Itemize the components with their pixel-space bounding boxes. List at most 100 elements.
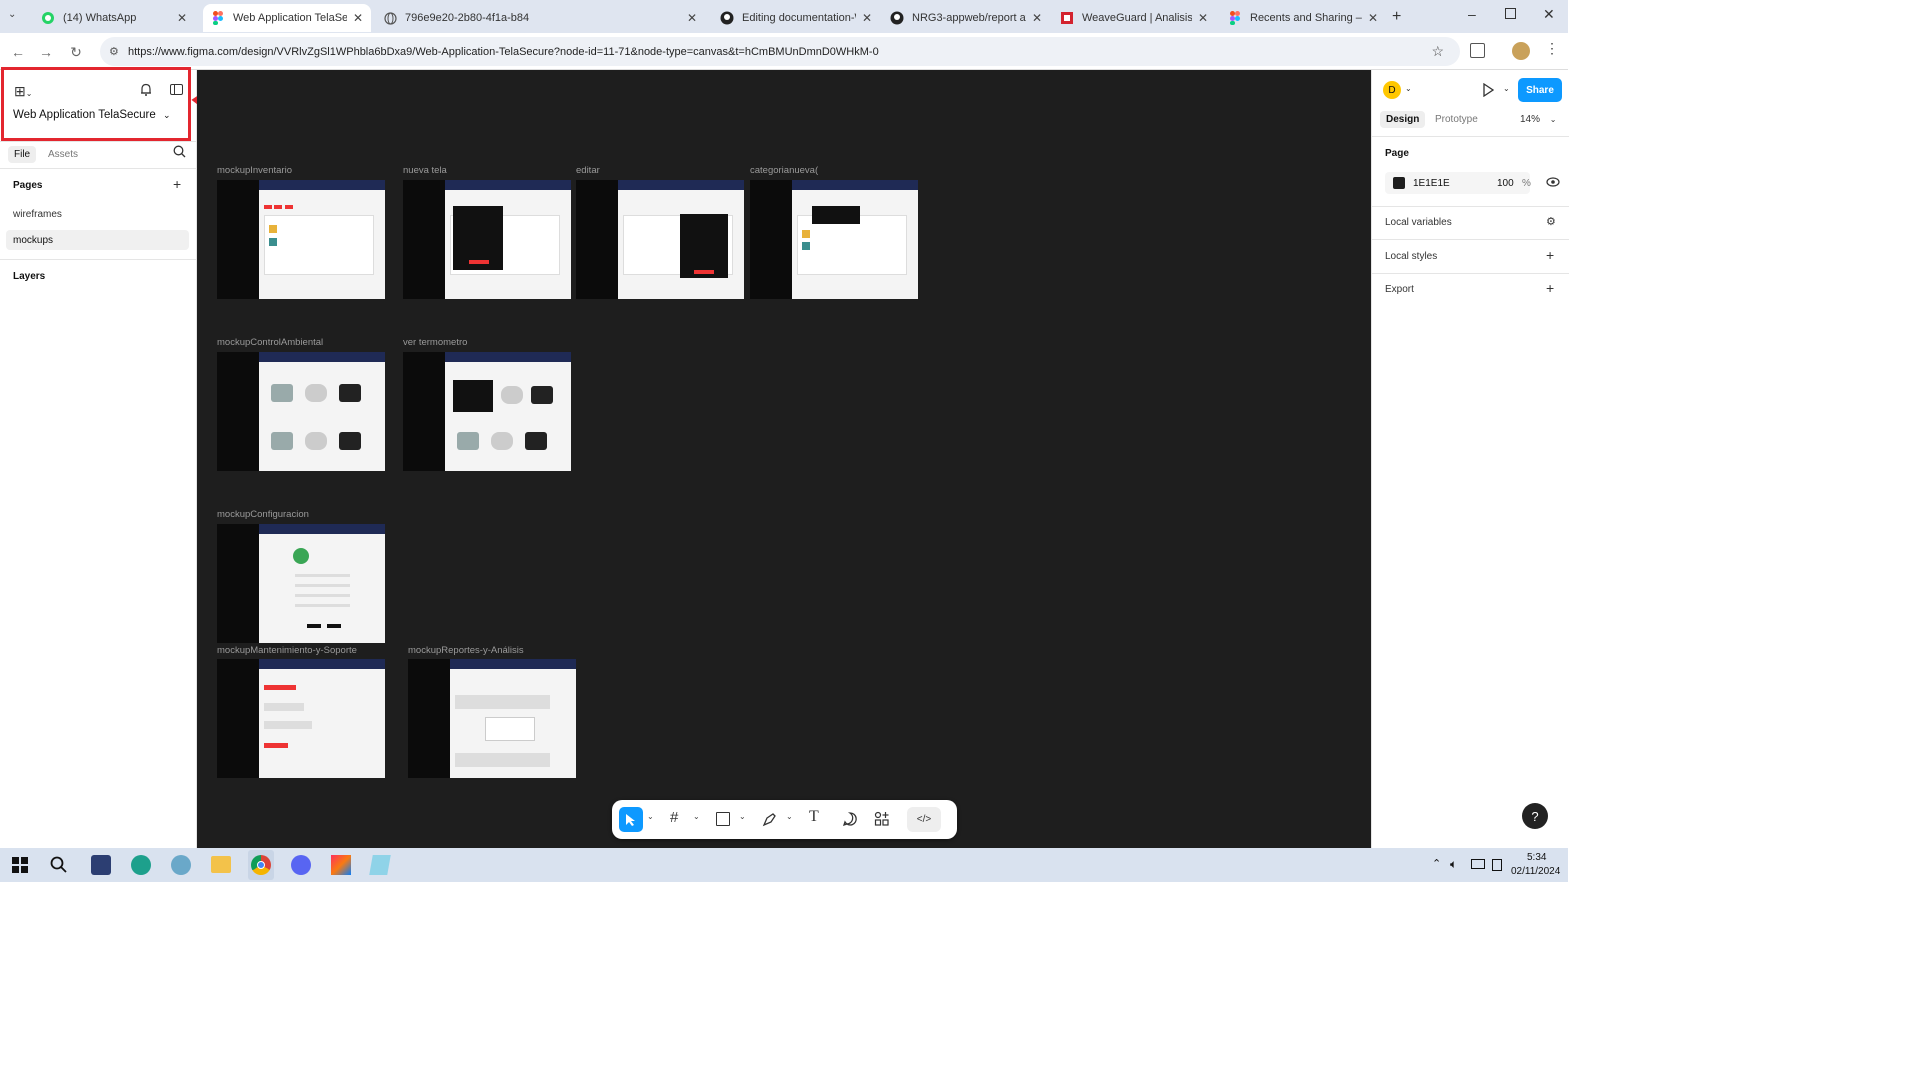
browser-tab-uuid[interactable]: 796e9e20-2b80-4f1a-b84 ✕ bbox=[375, 4, 705, 32]
local-styles-label[interactable]: Local styles bbox=[1385, 251, 1437, 262]
profile-avatar[interactable] bbox=[1512, 42, 1530, 60]
browser-menu-icon[interactable]: ⋮ bbox=[1545, 40, 1559, 57]
back-arrow-icon[interactable]: ← bbox=[8, 42, 28, 62]
restore-window-button[interactable] bbox=[1505, 8, 1516, 19]
eye-visibility-icon[interactable] bbox=[1546, 177, 1560, 187]
clock-date[interactable]: 02/11/2024 bbox=[1511, 866, 1560, 877]
close-tab-icon[interactable]: ✕ bbox=[1368, 11, 1378, 25]
chevron-down-icon[interactable]: ⌄ bbox=[1503, 84, 1510, 93]
tab-assets[interactable]: Assets bbox=[48, 149, 78, 160]
variables-settings-icon[interactable]: ⚙ bbox=[1546, 215, 1556, 228]
bookmark-star-icon[interactable]: ☆ bbox=[1431, 43, 1444, 60]
export-label[interactable]: Export bbox=[1385, 284, 1414, 295]
close-tab-icon[interactable]: ✕ bbox=[687, 11, 697, 25]
network-icon[interactable] bbox=[1471, 859, 1485, 869]
add-page-icon[interactable]: + bbox=[173, 176, 181, 192]
taskbar-app-icon[interactable] bbox=[369, 855, 391, 875]
chevron-down-icon[interactable]: ⌄ bbox=[739, 812, 746, 821]
frame-label[interactable]: ver termometro bbox=[403, 337, 467, 348]
chevron-down-icon[interactable]: ⌄ bbox=[693, 812, 700, 821]
page-color-field[interactable]: 1E1E1E 100 % bbox=[1385, 172, 1531, 194]
share-button[interactable]: Share bbox=[1518, 78, 1562, 102]
local-variables-label[interactable]: Local variables bbox=[1385, 217, 1452, 228]
frame-label[interactable]: nueva tela bbox=[403, 165, 447, 176]
zoom-level-dropdown[interactable]: 14% ⌄ bbox=[1520, 114, 1557, 125]
frame-nueva-tela[interactable] bbox=[403, 180, 571, 299]
dev-mode-toggle[interactable]: </> bbox=[907, 807, 941, 832]
frame-mockup-configuracion[interactable] bbox=[217, 524, 385, 643]
clock-time[interactable]: 5:34 bbox=[1527, 852, 1546, 863]
browser-tab-figma-recents[interactable]: Recents and Sharing – Fig ✕ bbox=[1220, 4, 1386, 32]
frame-editar[interactable] bbox=[576, 180, 744, 299]
new-tab-button[interactable]: + bbox=[1392, 8, 1401, 26]
close-window-button[interactable]: ✕ bbox=[1543, 6, 1555, 23]
frame-label[interactable]: editar bbox=[576, 165, 600, 176]
add-export-icon[interactable]: + bbox=[1546, 280, 1554, 296]
design-canvas[interactable]: mockupInventario nueva tela editar categ… bbox=[197, 70, 1371, 848]
taskbar-app-icon[interactable] bbox=[91, 855, 111, 875]
frame-ver-termometro[interactable] bbox=[403, 352, 571, 471]
frame-mockup-inventario[interactable] bbox=[217, 180, 385, 299]
reload-icon[interactable]: ↻ bbox=[66, 42, 86, 62]
frame-label[interactable]: mockupControlAmbiental bbox=[217, 337, 323, 348]
site-settings-icon[interactable]: ⚙ bbox=[109, 45, 119, 58]
chevron-down-icon[interactable]: ⌄ bbox=[1405, 84, 1412, 93]
browser-tab-github-report[interactable]: NRG3-appweb/report at ✕ bbox=[882, 4, 1050, 32]
page-opacity-value[interactable]: 100 bbox=[1497, 178, 1514, 189]
browser-tab-whatsapp[interactable]: (14) WhatsApp ✕ bbox=[33, 4, 195, 32]
taskbar-app-icon[interactable] bbox=[171, 855, 191, 875]
browser-tab-weaveguard[interactable]: WeaveGuard | Analisis ✕ bbox=[1052, 4, 1216, 32]
chevron-down-icon[interactable]: ⌄ bbox=[647, 812, 654, 821]
page-item-mockups[interactable]: mockups bbox=[6, 230, 189, 250]
frame-label[interactable]: mockupMantenimiento-y-Soporte bbox=[217, 645, 357, 656]
windows-start-icon[interactable] bbox=[12, 857, 28, 873]
tray-chevron-up-icon[interactable]: ⌃ bbox=[1432, 857, 1441, 870]
close-tab-icon[interactable]: ✕ bbox=[177, 11, 187, 25]
comment-tool-icon[interactable] bbox=[842, 811, 858, 827]
frame-mockup-mantenimiento-soporte[interactable] bbox=[217, 659, 385, 778]
browser-tab-figma-active[interactable]: Web Application TelaSecu ✕ bbox=[203, 4, 371, 32]
close-tab-icon[interactable]: ✕ bbox=[862, 11, 872, 25]
tab-search-button[interactable]: ⌄ bbox=[8, 9, 24, 25]
frame-label[interactable]: mockupInventario bbox=[217, 165, 292, 176]
frame-tool-icon[interactable]: # bbox=[670, 809, 678, 826]
minimize-window-button[interactable]: – bbox=[1468, 6, 1476, 22]
extensions-icon[interactable] bbox=[1470, 43, 1485, 58]
speaker-icon[interactable]: 🔈︎ bbox=[1450, 857, 1457, 872]
frame-mockup-reportes-analisis[interactable] bbox=[408, 659, 576, 778]
rectangle-tool-icon[interactable] bbox=[716, 812, 730, 826]
close-tab-icon[interactable]: ✕ bbox=[1198, 11, 1208, 25]
intellij-icon[interactable] bbox=[331, 855, 351, 875]
chrome-browser-icon[interactable] bbox=[248, 850, 274, 880]
actions-tool-icon[interactable] bbox=[874, 811, 890, 827]
search-icon[interactable] bbox=[173, 145, 186, 158]
pen-tool-icon[interactable] bbox=[762, 811, 778, 827]
page-item-wireframes[interactable]: wireframes bbox=[13, 209, 62, 220]
frame-mockup-control-ambiental[interactable] bbox=[217, 352, 385, 471]
text-tool-icon[interactable]: T bbox=[809, 808, 819, 826]
frame-categoria-nueva[interactable] bbox=[750, 180, 918, 299]
tab-prototype[interactable]: Prototype bbox=[1435, 114, 1478, 125]
close-tab-icon[interactable]: ✕ bbox=[1032, 11, 1042, 25]
color-swatch[interactable] bbox=[1393, 177, 1405, 189]
move-tool-button[interactable] bbox=[619, 807, 643, 832]
browser-tab-github-docs[interactable]: Editing documentation-W ✕ bbox=[712, 4, 880, 32]
close-tab-icon[interactable]: ✕ bbox=[353, 11, 363, 25]
user-avatar[interactable]: D bbox=[1383, 81, 1401, 99]
url-field[interactable]: ⚙ https://www.figma.com/design/VVRlvZgSl… bbox=[100, 37, 1460, 66]
forward-arrow-icon[interactable]: → bbox=[36, 42, 56, 62]
search-icon[interactable] bbox=[50, 856, 67, 873]
help-button[interactable]: ? bbox=[1522, 803, 1548, 829]
file-explorer-icon[interactable] bbox=[211, 856, 231, 873]
frame-label[interactable]: mockupConfiguracion bbox=[217, 509, 309, 520]
battery-icon[interactable] bbox=[1492, 859, 1502, 871]
tab-file[interactable]: File bbox=[8, 146, 37, 163]
page-color-hex[interactable]: 1E1E1E bbox=[1413, 178, 1450, 189]
edge-browser-icon[interactable] bbox=[131, 855, 151, 875]
tab-design[interactable]: Design bbox=[1380, 111, 1426, 128]
discord-icon[interactable] bbox=[291, 855, 311, 875]
add-style-icon[interactable]: + bbox=[1546, 247, 1554, 263]
present-play-icon[interactable] bbox=[1482, 82, 1495, 98]
frame-label[interactable]: mockupReportes-y-Análisis bbox=[408, 645, 524, 656]
chevron-down-icon[interactable]: ⌄ bbox=[786, 812, 793, 821]
